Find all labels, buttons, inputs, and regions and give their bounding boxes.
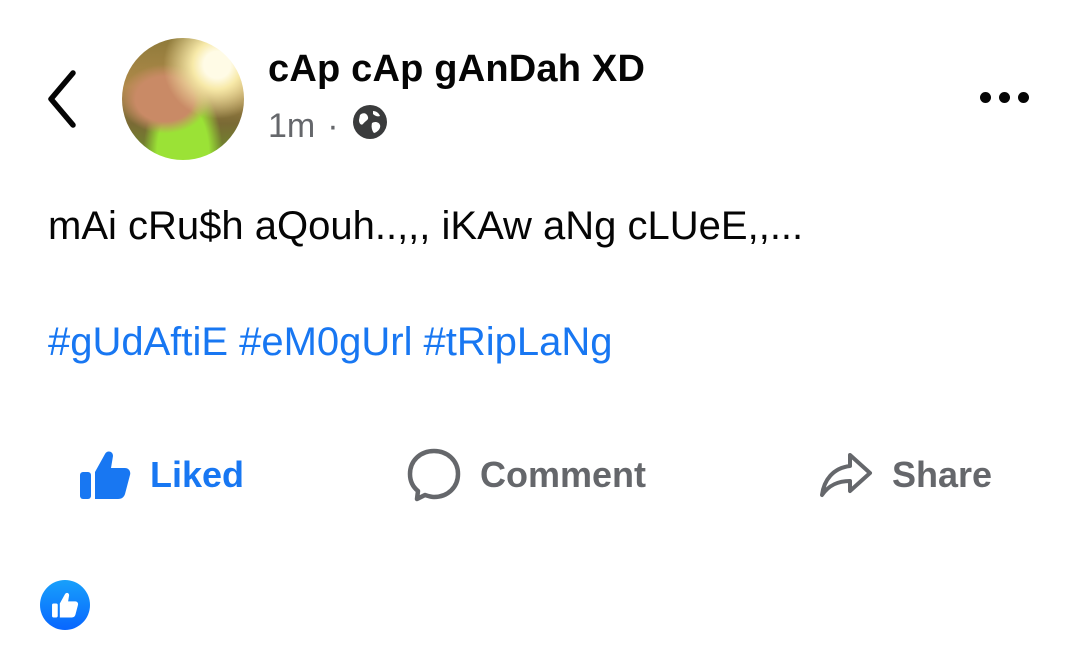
like-button[interactable]: Liked: [78, 440, 244, 510]
post-text: mAi cRu$h aQouh..,,, iKAw aNg cLUeE,,...: [48, 204, 804, 248]
share-button[interactable]: Share: [818, 440, 992, 510]
comment-label: Comment: [480, 454, 647, 495]
chevron-left-icon: [48, 70, 76, 128]
more-dot-icon: [979, 91, 991, 103]
thumbs-up-icon: [52, 592, 79, 618]
post-actions-bar: Liked Comment Share: [0, 440, 1080, 510]
more-dot-icon: [998, 91, 1010, 103]
comment-button[interactable]: Comment: [406, 440, 646, 510]
share-arrow-icon: [820, 453, 872, 497]
more-options-button[interactable]: [972, 80, 1036, 114]
share-label: Share: [892, 454, 993, 495]
like-reaction-badge[interactable]: [40, 580, 90, 630]
thumbs-up-icon: [80, 451, 131, 499]
globe-icon[interactable]: [351, 103, 389, 150]
more-dot-icon: [1017, 91, 1029, 103]
timestamp[interactable]: 1m: [268, 107, 315, 146]
back-button[interactable]: [40, 66, 84, 132]
hashtag-link[interactable]: #tRipLaNg: [424, 320, 613, 365]
like-label: Liked: [150, 454, 245, 495]
hashtag-list: #gUdAftiE #eM0gUrl #tRipLaNg: [48, 320, 613, 365]
post-meta: 1m ·: [268, 104, 389, 146]
hashtag-link[interactable]: #gUdAftiE: [48, 320, 228, 365]
hashtag-link[interactable]: #eM0gUrl: [239, 320, 412, 365]
comment-bubble-icon: [407, 448, 461, 502]
avatar[interactable]: [122, 38, 244, 160]
author-name[interactable]: cAp cAp gAnDah XD: [268, 48, 645, 91]
meta-separator: ·: [327, 106, 339, 145]
